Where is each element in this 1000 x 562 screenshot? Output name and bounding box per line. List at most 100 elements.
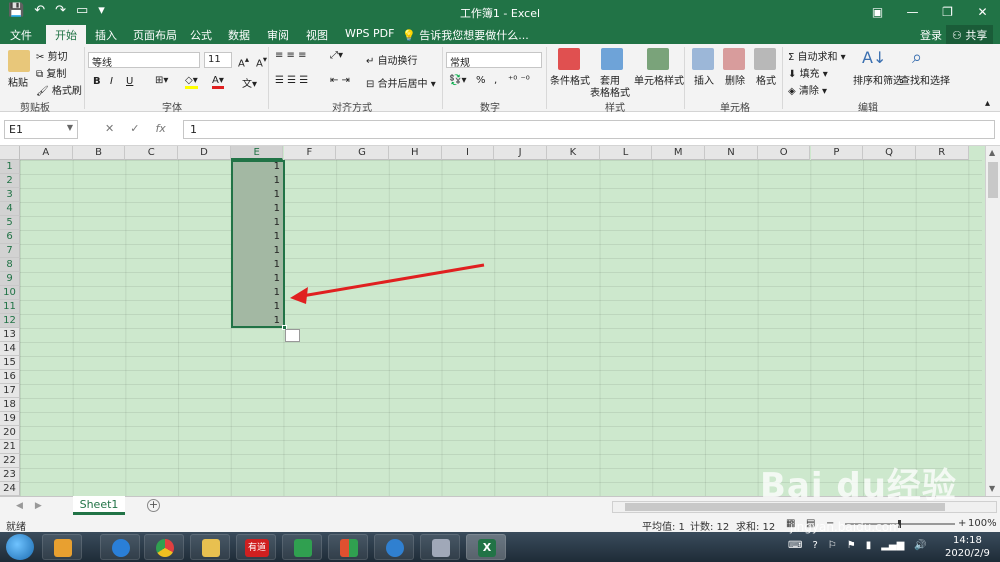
row-header-18[interactable]: 18 <box>0 398 20 412</box>
quick-analysis-icon[interactable] <box>285 329 300 342</box>
flag-icon[interactable]: ⚑ <box>847 540 856 551</box>
number-format-select[interactable]: 常规 <box>446 52 542 69</box>
sort-filter-icon[interactable]: A↓ <box>862 48 886 67</box>
cancel-entry-icon[interactable]: ✕ <box>105 122 114 135</box>
row-header-7[interactable]: 7 <box>0 244 20 258</box>
fill-button[interactable]: ⬇ 填充 ▾ <box>788 65 828 80</box>
cell-e9[interactable]: 1 <box>232 272 282 286</box>
conditional-format-icon[interactable] <box>558 48 580 70</box>
cell-styles-button[interactable]: 单元格样式 <box>634 72 684 87</box>
taskbar-app-chrome[interactable] <box>144 534 184 560</box>
tab-page-layout[interactable]: 页面布局 <box>133 27 177 43</box>
row-header-20[interactable]: 20 <box>0 426 20 440</box>
column-header-r[interactable]: R <box>915 146 969 160</box>
currency-icon[interactable]: 💱▾ <box>449 75 466 86</box>
tab-view[interactable]: 视图 <box>306 27 328 43</box>
cell-e4[interactable]: 1 <box>232 202 282 216</box>
cell-e7[interactable]: 1 <box>232 244 282 258</box>
taskbar-app-youdao[interactable]: 有道 <box>236 534 276 560</box>
zoom-level[interactable]: 100% <box>968 518 997 529</box>
phonetic-icon[interactable]: 文▾ <box>242 75 257 90</box>
keyboard-icon[interactable]: ⌨ <box>788 540 802 551</box>
format-painter-button[interactable]: 🖌 格式刷 <box>36 82 82 97</box>
shrink-font-icon[interactable]: A▾ <box>256 54 267 69</box>
zoom-in-icon[interactable]: + <box>958 518 966 529</box>
share-button[interactable]: ⚇ 共享 <box>946 25 994 45</box>
column-header-e[interactable]: E <box>230 146 284 160</box>
signal-icon[interactable]: ▂▄▆ <box>881 540 904 551</box>
network-icon[interactable]: ⚐ <box>828 540 837 551</box>
confirm-entry-icon[interactable]: ✓ <box>130 122 139 135</box>
column-header-g[interactable]: G <box>336 146 389 160</box>
row-header-6[interactable]: 6 <box>0 230 20 244</box>
column-header-b[interactable]: B <box>72 146 126 160</box>
insert-cells-icon[interactable] <box>692 48 714 70</box>
next-sheet-icon[interactable]: ▶ <box>35 501 42 511</box>
decimal-icon[interactable]: ⁺⁰ ⁻⁰ <box>508 75 530 86</box>
indent-icon[interactable]: ⇤ ⇥ <box>330 75 350 86</box>
find-select-icon[interactable]: ⌕ <box>912 47 922 68</box>
taskbar-app-excel[interactable]: X <box>466 534 506 560</box>
delete-cells-icon[interactable] <box>723 48 745 70</box>
row-header-22[interactable]: 22 <box>0 454 20 468</box>
format-table-icon[interactable] <box>601 48 623 70</box>
column-header-c[interactable]: C <box>125 146 179 160</box>
taskbar-app-office[interactable] <box>328 534 368 560</box>
tab-insert[interactable]: 插入 <box>95 27 117 43</box>
minimize-button[interactable]: — <box>895 0 930 24</box>
clear-button[interactable]: ◈ 清除 ▾ <box>788 82 827 97</box>
paste-button[interactable]: 粘贴 <box>8 74 28 89</box>
cell-styles-icon[interactable] <box>647 48 669 70</box>
login-link[interactable]: 登录 <box>920 27 942 43</box>
battery-icon[interactable]: ▮ <box>866 540 872 551</box>
font-size-select[interactable]: 11 <box>204 52 232 68</box>
scroll-up-icon[interactable]: ▲ <box>989 148 995 157</box>
comma-button[interactable]: , <box>494 75 497 86</box>
find-select-button[interactable]: 查找和选择 <box>900 72 950 87</box>
tab-review[interactable]: 审阅 <box>267 27 289 43</box>
cell-e10[interactable]: 1 <box>232 286 282 300</box>
help-icon[interactable]: ? <box>812 540 817 551</box>
tab-wps-pdf[interactable]: WPS PDF <box>345 27 394 40</box>
row-header-16[interactable]: 16 <box>0 370 20 384</box>
column-header-o[interactable]: O <box>757 146 811 160</box>
cut-button[interactable]: ✂ 剪切 <box>36 48 68 63</box>
underline-button[interactable]: U <box>126 76 133 87</box>
row-header-23[interactable]: 23 <box>0 468 20 482</box>
row-header-17[interactable]: 17 <box>0 384 20 398</box>
orientation-icon[interactable]: ⤢▾ <box>330 50 343 61</box>
italic-button[interactable]: I <box>110 76 113 87</box>
column-header-p[interactable]: P <box>810 146 864 160</box>
tab-home[interactable]: 开始 <box>46 25 86 44</box>
row-header-4[interactable]: 4 <box>0 202 20 216</box>
column-header-l[interactable]: L <box>599 146 653 160</box>
column-header-j[interactable]: J <box>494 146 547 160</box>
row-header-19[interactable]: 19 <box>0 412 20 426</box>
column-header-n[interactable]: N <box>705 146 758 160</box>
tab-data[interactable]: 数据 <box>228 27 250 43</box>
autosum-button[interactable]: Σ 自动求和 ▾ <box>788 48 846 63</box>
font-name-select[interactable]: 等线 <box>88 52 200 69</box>
restore-button[interactable]: ❐ <box>930 0 965 24</box>
percent-button[interactable]: % <box>476 75 486 86</box>
column-header-i[interactable]: I <box>441 146 495 160</box>
row-header-10[interactable]: 10 <box>0 286 20 300</box>
column-header-h[interactable]: H <box>388 146 442 160</box>
ribbon-display-icon[interactable]: ▣ <box>860 0 895 24</box>
taskbar-app-printer[interactable] <box>420 534 460 560</box>
delete-cells-button[interactable]: 删除 <box>725 72 745 87</box>
cell-e6[interactable]: 1 <box>232 230 282 244</box>
grow-font-icon[interactable]: A▴ <box>238 54 249 69</box>
prev-sheet-icon[interactable]: ◀ <box>16 501 23 511</box>
wrap-text-button[interactable]: ↵ 自动换行 <box>366 52 418 67</box>
start-button[interactable] <box>6 534 34 560</box>
cell-e2[interactable]: 1 <box>232 174 282 188</box>
format-cells-icon[interactable] <box>754 48 776 70</box>
taskbar-app-ie[interactable] <box>374 534 414 560</box>
insert-cells-button[interactable]: 插入 <box>694 72 714 87</box>
align-left-icon[interactable]: ☰ ☰ ☰ <box>275 75 308 86</box>
conditional-format-button[interactable]: 条件格式 <box>550 72 590 87</box>
row-header-8[interactable]: 8 <box>0 258 20 272</box>
cell-e5[interactable]: 1 <box>232 216 282 230</box>
column-header-f[interactable]: F <box>283 146 337 160</box>
